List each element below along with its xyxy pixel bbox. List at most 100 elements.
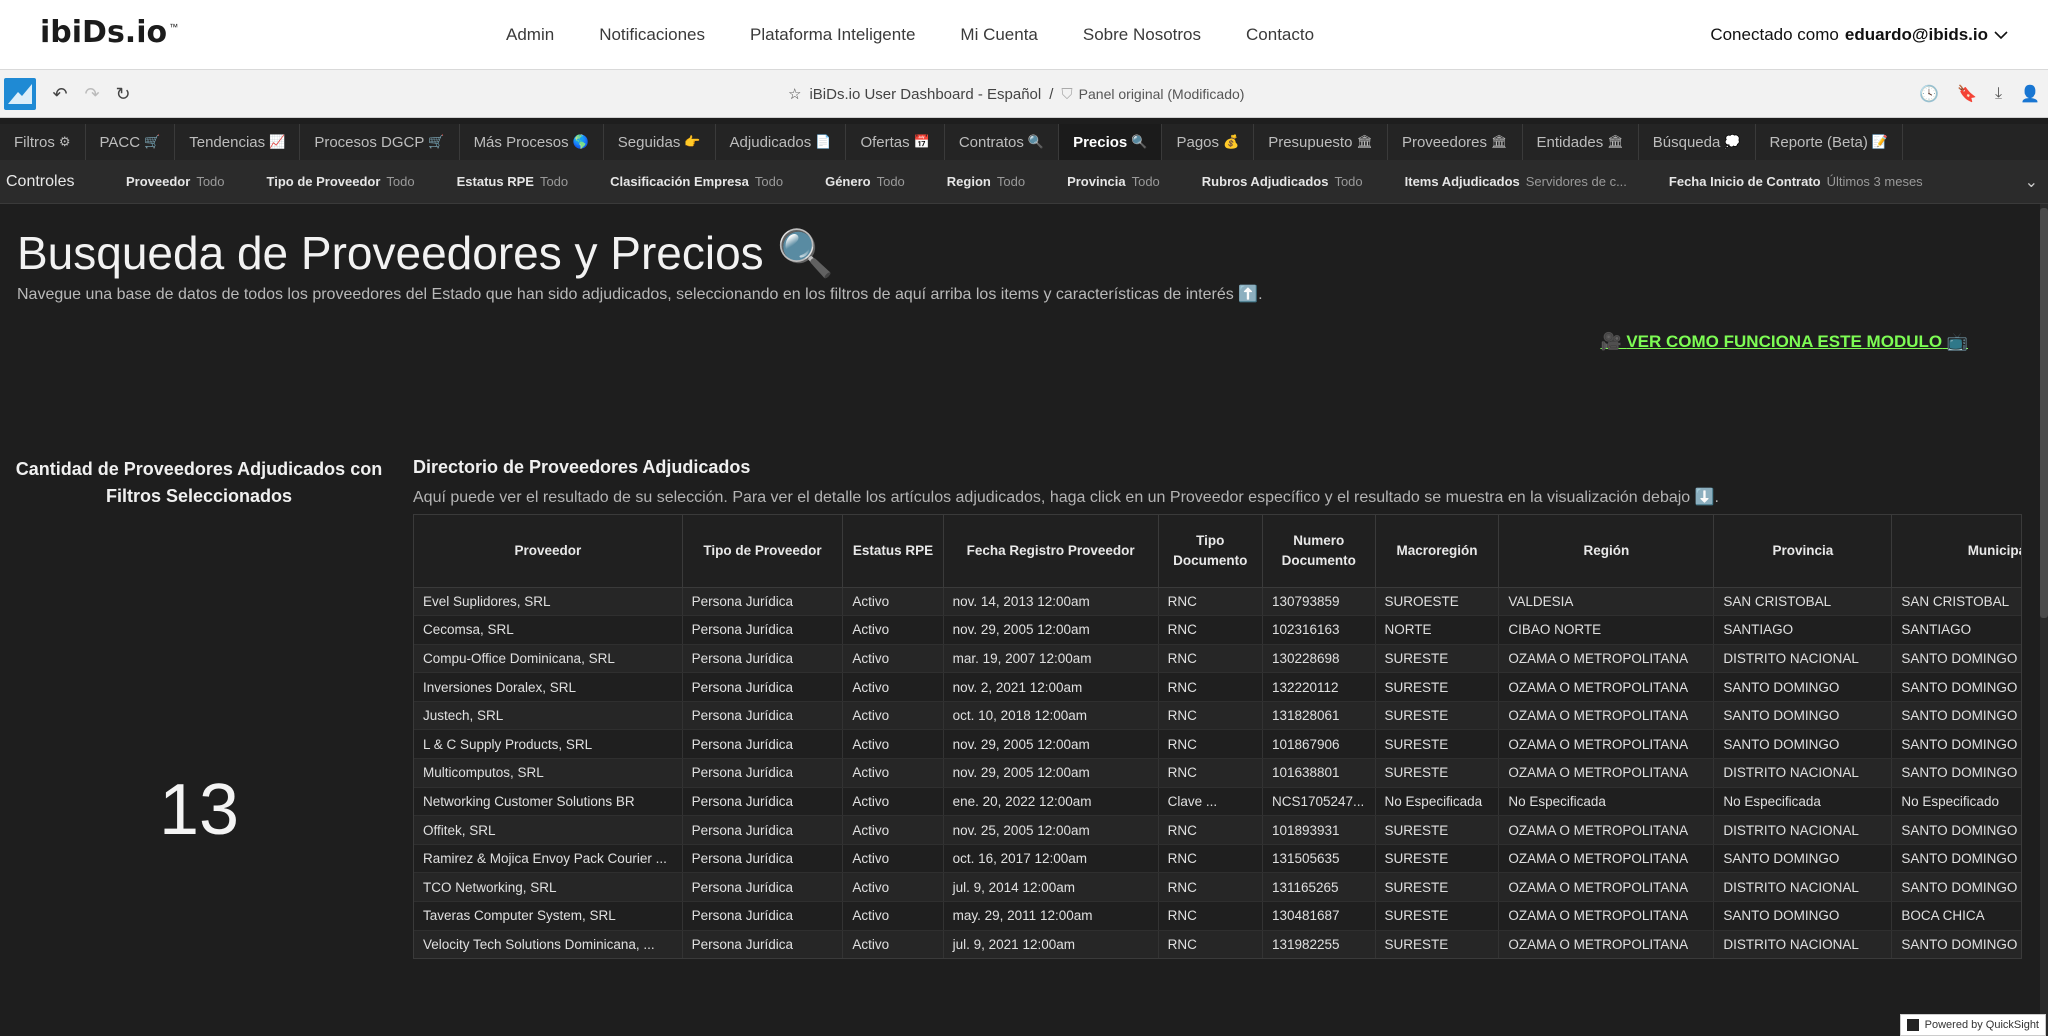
column-header[interactable]: Tipo de Proveedor — [682, 515, 844, 588]
profile-icon[interactable]: 👤 — [2020, 84, 2040, 104]
tab-filtros[interactable]: Filtros ⚙ — [0, 124, 86, 160]
tab-seguidas[interactable]: Seguidas 👉 — [604, 124, 716, 160]
table-cell: SANTO DOMINGO DE GUZMAN — [1891, 872, 2021, 903]
tab-precios[interactable]: Precios 🔍 — [1059, 124, 1163, 160]
tab-pagos[interactable]: Pagos 💰 — [1162, 124, 1255, 160]
logo-text: ibiDs.io — [40, 14, 168, 50]
quicksight-logo-icon[interactable] — [4, 78, 36, 110]
table-cell[interactable]: Multicomputos, SRL — [414, 758, 683, 788]
table-cell: SANTO DOMINGO DE GUZMAN — [1891, 930, 2021, 958]
table-cell: 130793859 — [1262, 587, 1376, 617]
control-region[interactable]: Region Todo — [947, 174, 1025, 189]
table-cell[interactable]: Velocity Tech Solutions Dominicana, ... — [414, 930, 683, 958]
table-cell[interactable]: L & C Supply Products, SRL — [414, 729, 683, 760]
table-row[interactable]: Compu-Office Dominicana, SRL Persona Jurí… — [414, 644, 2021, 674]
tab-m-s-procesos[interactable]: Más Procesos 🌎 — [460, 124, 604, 160]
tab-presupuesto[interactable]: Presupuesto 🏛 — [1254, 124, 1388, 160]
table-cell: SAN CRISTOBAL — [1713, 587, 1893, 617]
howto-link[interactable]: 🎥 VER COMO FUNCIONA ESTE MODULO 📺 — [1600, 332, 1968, 352]
powered-by-badge: Powered by QuickSight — [1899, 1014, 2046, 1036]
tab-label: PACC — [99, 133, 141, 151]
column-header[interactable]: Estatus RPE — [842, 515, 944, 588]
table-cell: SANTO DOMINGO DE GUZMAN — [1891, 815, 2021, 845]
table-row[interactable]: L & C Supply Products, SRL Persona Jurídi… — [414, 729, 2021, 760]
redo-icon[interactable]: ↷ — [82, 84, 102, 104]
chevron-down-icon[interactable]: ⌄ — [2025, 172, 2038, 192]
table-cell[interactable]: Justech, SRL — [414, 701, 683, 731]
tab-contratos[interactable]: Contratos 🔍 — [945, 124, 1060, 160]
control-g-nero[interactable]: Género Todo — [825, 174, 905, 189]
column-header[interactable]: Región — [1498, 515, 1715, 588]
control-proveedor[interactable]: Proveedor Todo — [126, 174, 225, 189]
table-cell: RNC — [1158, 644, 1263, 674]
tab-procesos-dgcp[interactable]: Procesos DGCP 🛒 — [300, 124, 460, 160]
table-cell[interactable]: Ramirez & Mojica Envoy Pack Courier ... — [414, 844, 683, 874]
control-fecha-inicio-de-contrato[interactable]: Fecha Inicio de Contrato Últimos 3 meses — [1669, 174, 1923, 189]
tab-b-squeda[interactable]: Búsqueda 💭 — [1639, 124, 1756, 160]
table-row[interactable]: Ramirez & Mojica Envoy Pack Courier ... P… — [414, 844, 2021, 874]
tab-entidades[interactable]: Entidades 🏛 — [1523, 124, 1639, 160]
table-cell[interactable]: Offitek, SRL — [414, 815, 683, 845]
table-cell[interactable]: Cecomsa, SRL — [414, 615, 683, 645]
table-row[interactable]: Justech, SRL Persona Jurídica Activo oct. 1… — [414, 701, 2021, 731]
nav-link-mi-cuenta[interactable]: Mi Cuenta — [960, 25, 1037, 45]
undo-icon[interactable]: ↶ — [50, 84, 70, 104]
tab-reporte-beta[interactable]: Reporte (Beta) 📝 — [1756, 124, 1904, 160]
tab-adjudicados[interactable]: Adjudicados 📄 — [716, 124, 847, 160]
star-icon[interactable]: ☆ — [788, 85, 801, 103]
control-items-adjudicados[interactable]: Items Adjudicados Servidores de c... — [1405, 174, 1627, 189]
schedule-icon[interactable]: 🕓 — [1919, 84, 1939, 104]
table-row[interactable]: TCO Networking, SRL Persona Jurídica Activ… — [414, 872, 2021, 903]
table-row[interactable]: Velocity Tech Solutions Dominicana, ... P… — [414, 930, 2021, 958]
control-estatus-rpe[interactable]: Estatus RPE Todo — [457, 174, 569, 189]
table-row[interactable]: Networking Customer Solutions BR Persona … — [414, 787, 2021, 817]
table-row[interactable]: Taveras Computer System, SRL Persona Jurí… — [414, 901, 2021, 931]
download-icon[interactable]: ⤓ — [1995, 85, 2002, 103]
tab-icon: 💭 — [1724, 134, 1741, 149]
control-clasificaci-n-empresa[interactable]: Clasificación Empresa Todo — [610, 174, 783, 189]
tab-label: Ofertas — [860, 133, 910, 151]
tab-proveedores[interactable]: Proveedores 🏛 — [1388, 124, 1523, 160]
tab-icon: 📅 — [913, 134, 930, 149]
column-header[interactable]: Proveedor — [414, 515, 683, 588]
table-cell: SANTO DOMINGO — [1713, 729, 1893, 760]
table-cell[interactable]: Evel Suplidores, SRL — [414, 587, 683, 617]
scrollbar-thumb[interactable] — [2040, 208, 2048, 618]
table-cell: Activo — [842, 930, 944, 958]
table-cell[interactable]: TCO Networking, SRL — [414, 872, 683, 903]
column-header[interactable]: Macroregión — [1375, 515, 1500, 588]
nav-link-admin[interactable]: Admin — [506, 25, 554, 45]
sheet-name[interactable]: Panel original (Modificado) — [1079, 86, 1245, 102]
table-cell[interactable]: Compu-Office Dominicana, SRL — [414, 644, 683, 674]
control-tipo-de-proveedor[interactable]: Tipo de Proveedor Todo — [267, 174, 415, 189]
table-row[interactable]: Evel Suplidores, SRL Persona Jurídica Acti… — [414, 587, 2021, 617]
table-row[interactable]: Offitek, SRL Persona Jurídica Activo nov. 2… — [414, 815, 2021, 845]
ibids-logo[interactable]: ibiDs.io ™ — [40, 12, 178, 52]
nav-link-contacto[interactable]: Contacto — [1246, 25, 1314, 45]
user-menu[interactable]: Conectado como eduardo@ibids.io — [1710, 0, 2008, 70]
column-header[interactable]: Fecha Registro Proveedor — [943, 515, 1159, 588]
table-cell: SURESTE — [1375, 844, 1500, 874]
column-header[interactable]: Tipo Documento — [1158, 515, 1263, 588]
table-cell[interactable]: Taveras Computer System, SRL — [414, 901, 683, 931]
nav-link-notificaciones[interactable]: Notificaciones — [599, 25, 705, 45]
table-row[interactable]: Inversiones Doralex, SRL Persona Jurídica… — [414, 672, 2021, 702]
column-header[interactable]: Municipalidad — [1891, 515, 2021, 588]
column-header[interactable]: Numero Documento — [1262, 515, 1376, 588]
column-header[interactable]: Provincia — [1713, 515, 1893, 588]
control-provincia[interactable]: Provincia Todo — [1067, 174, 1160, 189]
table-cell: RNC — [1158, 901, 1263, 931]
nav-link-plataforma-inteligente[interactable]: Plataforma Inteligente — [750, 25, 915, 45]
tab-pacc[interactable]: PACC 🛒 — [86, 124, 176, 160]
table-row[interactable]: Cecomsa, SRL Persona Jurídica Activo nov. 2… — [414, 615, 2021, 645]
nav-link-sobre-nosotros[interactable]: Sobre Nosotros — [1083, 25, 1201, 45]
bookmark-icon[interactable]: 🔖 — [1957, 84, 1977, 104]
table-row[interactable]: Multicomputos, SRL Persona Jurídica Activo… — [414, 758, 2021, 788]
tab-ofertas[interactable]: Ofertas 📅 — [846, 124, 945, 160]
reset-icon[interactable]: ↻ — [113, 84, 133, 104]
table-cell[interactable]: Inversiones Doralex, SRL — [414, 672, 683, 702]
control-rubros-adjudicados[interactable]: Rubros Adjudicados Todo — [1202, 174, 1363, 189]
control-name: Tipo de Proveedor — [266, 174, 381, 189]
tab-tendencias[interactable]: Tendencias 📈 — [175, 124, 301, 160]
table-cell[interactable]: Networking Customer Solutions BR — [414, 787, 683, 817]
